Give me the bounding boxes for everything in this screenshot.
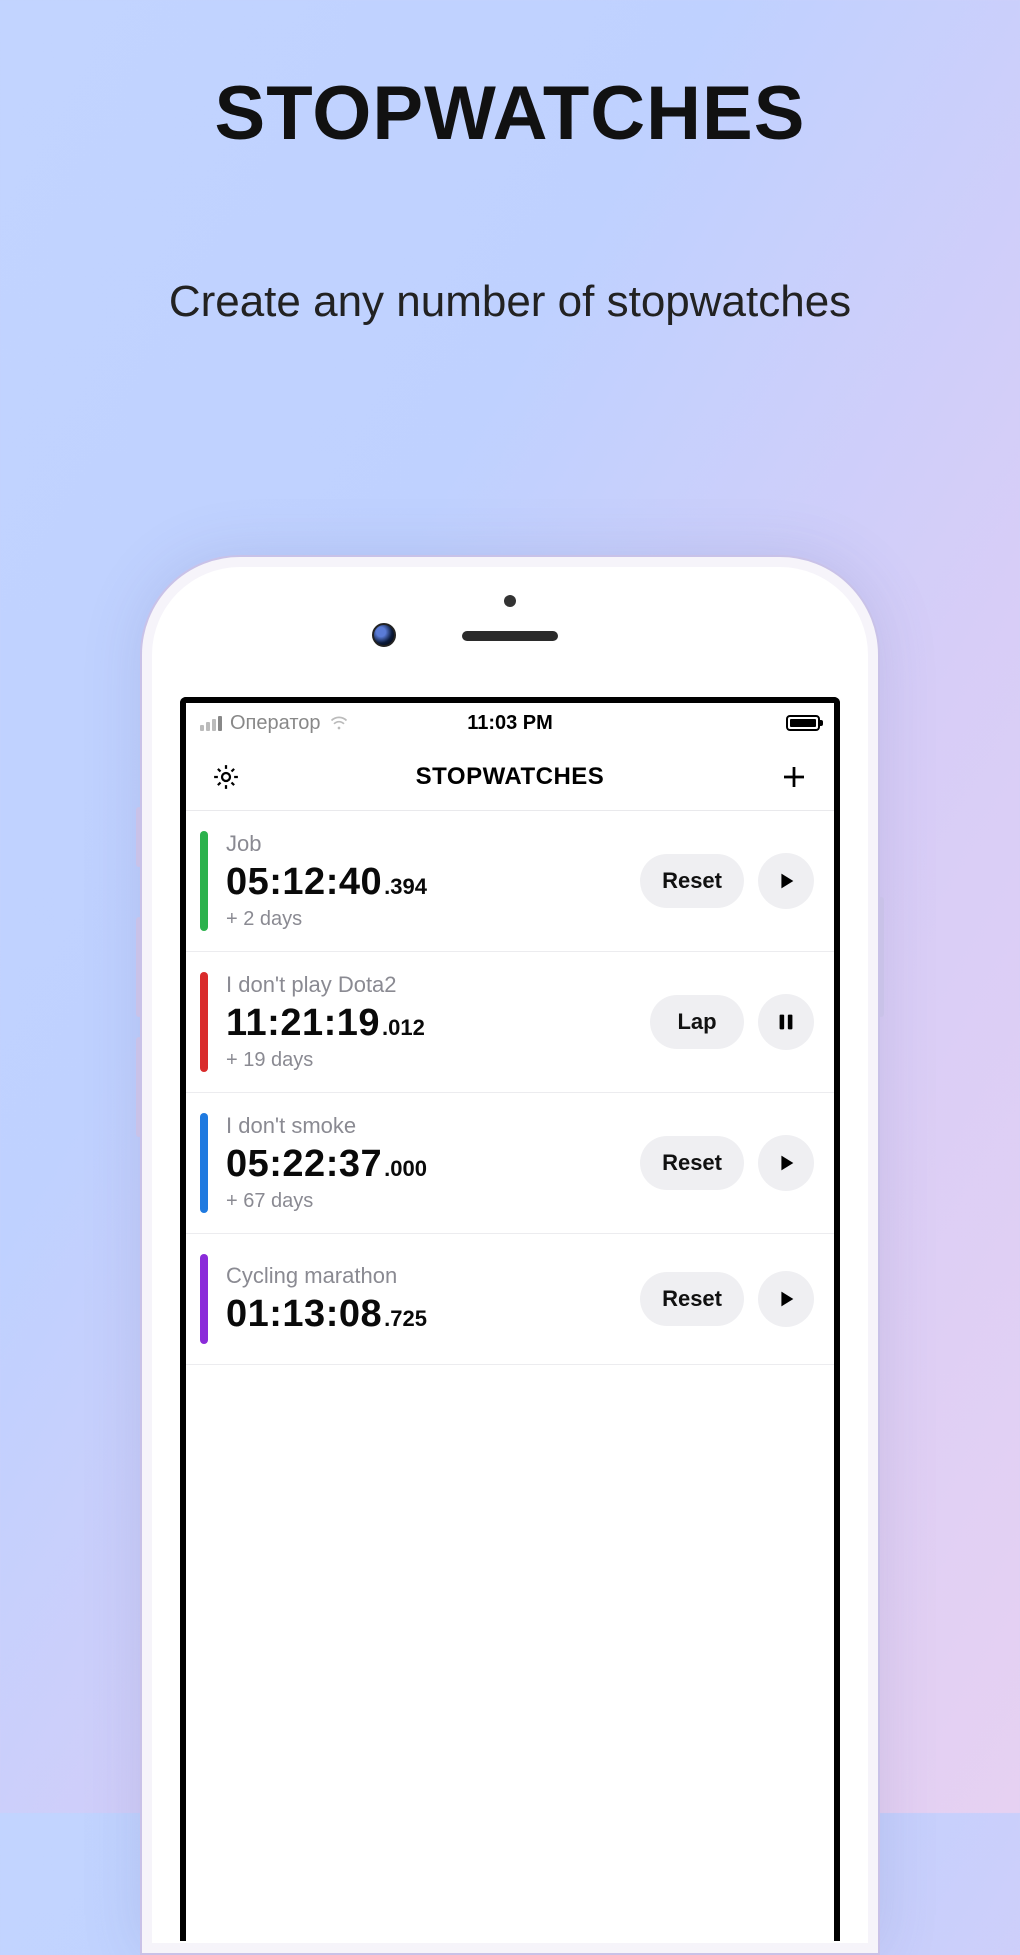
stopwatch-label: Cycling marathon (226, 1263, 622, 1289)
stopwatch-label: Job (226, 831, 622, 857)
phone-volume-down (136, 1037, 142, 1137)
proximity-sensor (504, 595, 516, 607)
color-stripe (200, 831, 208, 931)
nav-title: STOPWATCHES (244, 763, 776, 791)
stopwatch-list[interactable]: Job 05:12:40.394 + 2 days Reset I don't play… (186, 811, 834, 1365)
stopwatch-info: Cycling marathon 01:13:08.725 (226, 1263, 622, 1336)
pause-icon (775, 1011, 797, 1033)
stopwatch-info: I don't smoke 05:22:37.000 + 67 days (226, 1113, 622, 1213)
battery-icon (786, 715, 820, 731)
stopwatch-ms: .000 (384, 1156, 427, 1182)
stopwatch-row[interactable]: Job 05:12:40.394 + 2 days Reset (186, 811, 834, 952)
stopwatch-time: 05:22:37 (226, 1143, 382, 1186)
color-stripe (200, 1113, 208, 1213)
stopwatch-ms: .012 (382, 1015, 425, 1041)
add-button[interactable] (776, 759, 812, 795)
stopwatch-actions: Reset (640, 1135, 814, 1191)
stopwatch-info: I don't play Dota2 11:21:19.012 + 19 days (226, 972, 632, 1072)
play-icon (775, 870, 797, 892)
stopwatch-label: I don't play Dota2 (226, 972, 632, 998)
plus-icon (779, 762, 809, 792)
stopwatch-row[interactable]: Cycling marathon 01:13:08.725 Reset (186, 1234, 834, 1365)
status-bar: Оператор 11:03 PM (186, 703, 834, 743)
play-button[interactable] (758, 1135, 814, 1191)
phone-frame: Оператор 11:03 PM STOPWATCHES (140, 555, 880, 1955)
play-button[interactable] (758, 853, 814, 909)
play-button[interactable] (758, 1271, 814, 1327)
stopwatch-info: Job 05:12:40.394 + 2 days (226, 831, 622, 931)
play-icon (775, 1152, 797, 1174)
reset-button[interactable]: Reset (640, 854, 744, 908)
front-camera (372, 623, 396, 647)
status-time: 11:03 PM (186, 712, 834, 735)
phone-power-button (878, 897, 884, 1017)
earpiece-speaker (462, 631, 558, 641)
stopwatch-actions: Reset (640, 853, 814, 909)
reset-button[interactable]: Reset (640, 1272, 744, 1326)
stopwatch-time: 11:21:19 (226, 1002, 380, 1045)
stopwatch-time: 05:12:40 (226, 861, 382, 904)
stopwatch-actions: Lap (650, 994, 814, 1050)
stopwatch-ms: .394 (384, 874, 427, 900)
stopwatch-sub: + 19 days (226, 1049, 632, 1072)
pause-button[interactable] (758, 994, 814, 1050)
stopwatch-actions: Reset (640, 1271, 814, 1327)
stopwatch-time: 01:13:08 (226, 1293, 382, 1336)
promo-title: STOPWATCHES (0, 0, 1020, 157)
promo-subtitle: Create any number of stopwatches (0, 277, 1020, 327)
phone-volume-up (136, 917, 142, 1017)
stopwatch-ms: .725 (384, 1306, 427, 1332)
nav-bar: STOPWATCHES (186, 743, 834, 811)
stopwatch-row[interactable]: I don't smoke 05:22:37.000 + 67 days Reset (186, 1093, 834, 1234)
stopwatch-sub: + 67 days (226, 1190, 622, 1213)
color-stripe (200, 1254, 208, 1344)
play-icon (775, 1288, 797, 1310)
stopwatch-label: I don't smoke (226, 1113, 622, 1139)
settings-button[interactable] (208, 759, 244, 795)
lap-button[interactable]: Lap (650, 995, 744, 1049)
stopwatch-row[interactable]: I don't play Dota2 11:21:19.012 + 19 days L… (186, 952, 834, 1093)
phone-mute-switch (136, 807, 142, 867)
color-stripe (200, 972, 208, 1072)
stopwatch-sub: + 2 days (226, 908, 622, 931)
reset-button[interactable]: Reset (640, 1136, 744, 1190)
gear-icon (211, 762, 241, 792)
app-screen: Оператор 11:03 PM STOPWATCHES (180, 697, 840, 1941)
